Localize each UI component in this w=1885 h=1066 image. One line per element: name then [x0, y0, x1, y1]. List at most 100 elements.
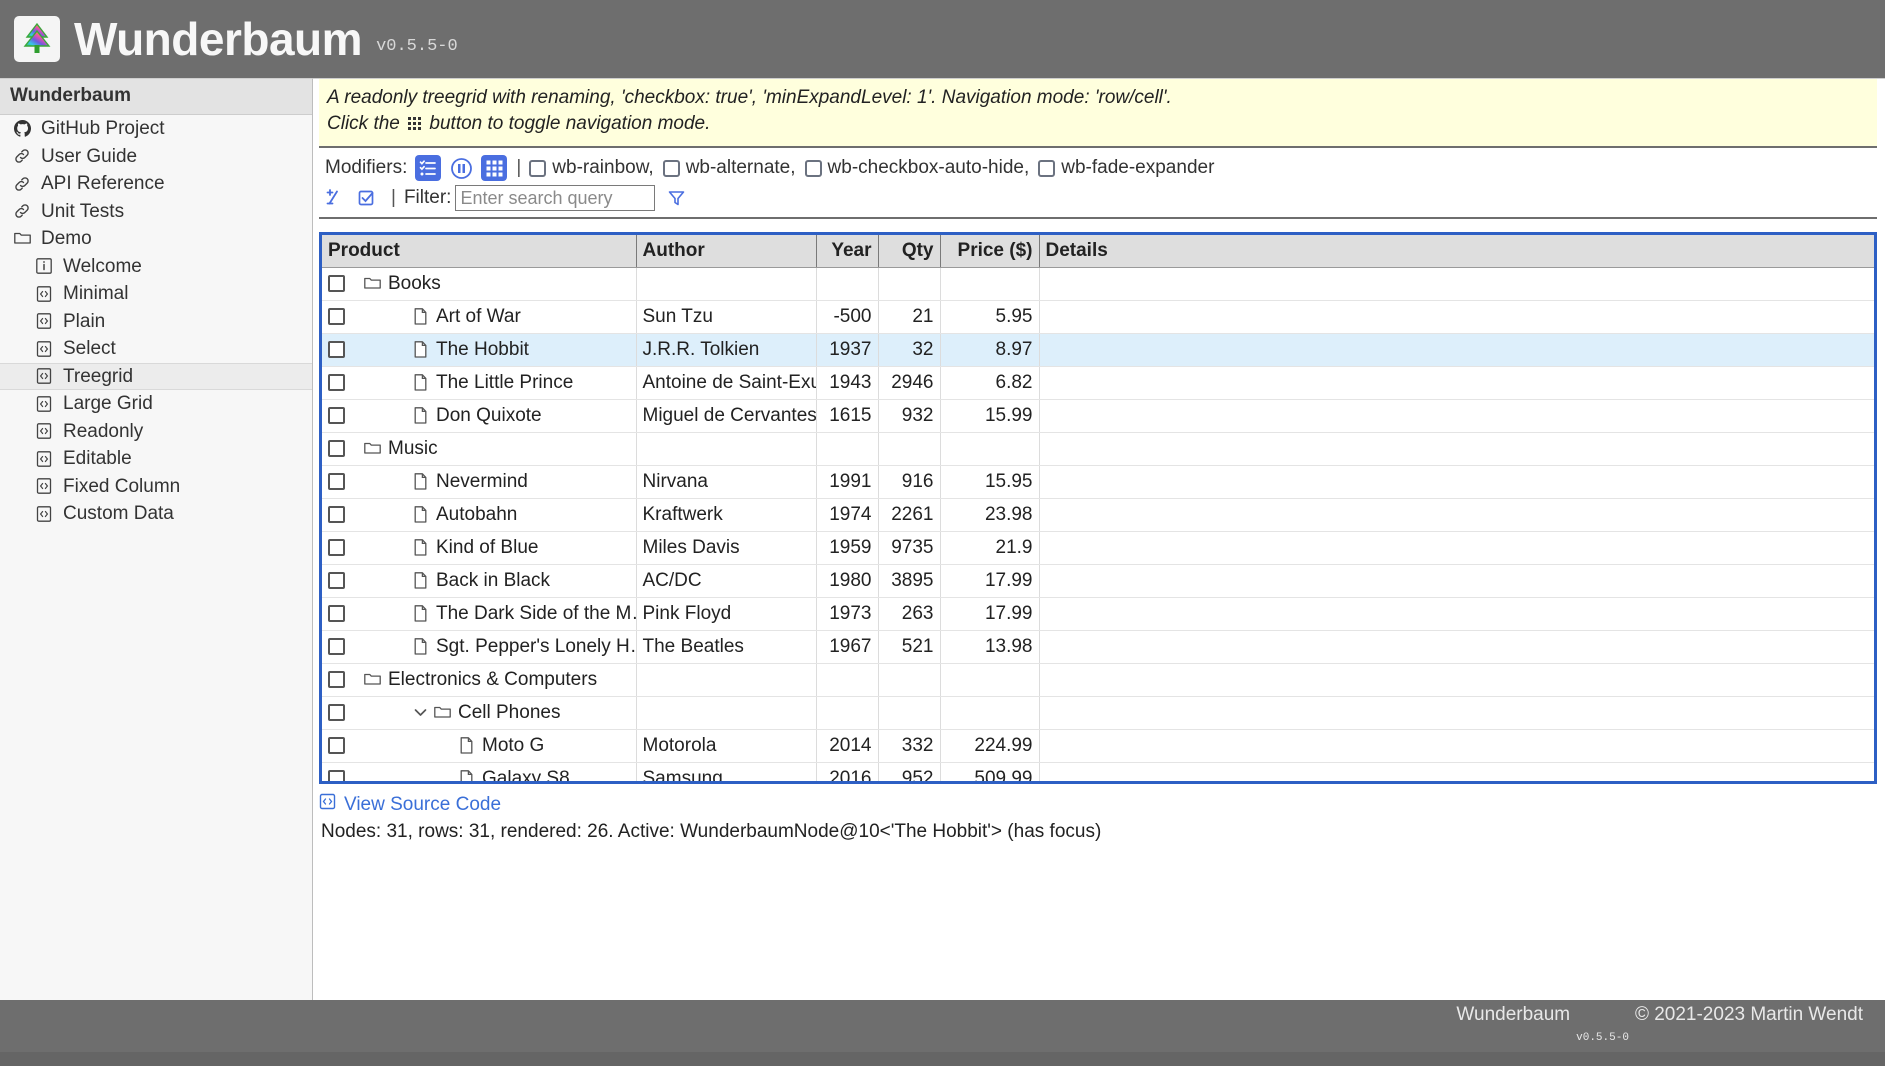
table-row[interactable]: Moto G Motorola 2014 332 224.99: [322, 729, 1874, 763]
cell-author[interactable]: Antoine de Saint-Exup: [636, 366, 817, 400]
cell-price[interactable]: 21.9: [940, 531, 1040, 565]
checkbox-box[interactable]: [529, 159, 547, 177]
cell-product[interactable]: Art of War: [322, 300, 637, 334]
sidebar-item-large-grid[interactable]: Large Grid: [0, 390, 312, 418]
select-all-icon[interactable]: [357, 188, 377, 208]
cell-details[interactable]: [1039, 498, 1874, 532]
cell-author[interactable]: Miles Davis: [636, 531, 817, 565]
sidebar-item-custom-data[interactable]: Custom Data: [0, 500, 312, 528]
cell-year[interactable]: [816, 432, 879, 466]
cell-year[interactable]: 1974: [816, 498, 879, 532]
cell-product[interactable]: Cell Phones: [322, 696, 637, 730]
cell-year[interactable]: 1991: [816, 465, 879, 499]
search-input[interactable]: [455, 185, 656, 212]
row-checkbox[interactable]: [328, 704, 345, 722]
cell-qty[interactable]: 952: [878, 762, 941, 782]
cell-qty[interactable]: 332: [878, 729, 941, 763]
table-row[interactable]: Nevermind Nirvana 1991 916 15.95: [322, 465, 1874, 499]
cell-product[interactable]: The Little Prince: [322, 366, 637, 400]
table-row[interactable]: Cell Phones: [322, 696, 1874, 730]
expand-collapse-icon[interactable]: [325, 188, 345, 208]
modifier-checkbox-2[interactable]: wb-checkbox-auto-hide,: [804, 157, 1035, 179]
cell-price[interactable]: [940, 696, 1040, 730]
cell-details[interactable]: [1039, 366, 1874, 400]
cell-product[interactable]: The Dark Side of the M…: [322, 597, 637, 631]
navigation-mode-button[interactable]: [481, 155, 508, 182]
cell-details[interactable]: [1039, 729, 1874, 763]
row-checkbox[interactable]: [328, 737, 345, 755]
cell-author[interactable]: Sun Tzu: [636, 300, 817, 334]
column-header-year[interactable]: Year: [816, 235, 879, 268]
table-row[interactable]: Galaxy S8 Samsung 2016 952 509.99: [322, 762, 1874, 782]
cell-qty[interactable]: [878, 432, 941, 466]
cell-details[interactable]: [1039, 333, 1874, 367]
cell-author[interactable]: The Beatles: [636, 630, 817, 664]
cell-author[interactable]: Kraftwerk: [636, 498, 817, 532]
cell-price[interactable]: 6.82: [940, 366, 1040, 400]
cell-details[interactable]: [1039, 663, 1874, 697]
table-row[interactable]: Electronics & Computers: [322, 663, 1874, 697]
cell-price[interactable]: 8.97: [940, 333, 1040, 367]
row-checkbox[interactable]: [328, 572, 345, 590]
cell-author[interactable]: Motorola: [636, 729, 817, 763]
column-header-price[interactable]: Price ($): [940, 235, 1040, 268]
sidebar-item-welcome[interactable]: Welcome: [0, 253, 312, 281]
cell-product[interactable]: Books: [322, 267, 637, 301]
cell-details[interactable]: [1039, 696, 1874, 730]
cell-product[interactable]: Music: [322, 432, 637, 466]
view-source-code-link[interactable]: View Source Code: [344, 794, 501, 816]
cell-author[interactable]: [636, 432, 817, 466]
row-checkbox[interactable]: [328, 374, 345, 392]
cell-product[interactable]: Nevermind: [322, 465, 637, 499]
cell-year[interactable]: 1980: [816, 564, 879, 598]
cell-qty[interactable]: 521: [878, 630, 941, 664]
cell-qty[interactable]: 263: [878, 597, 941, 631]
column-header-details[interactable]: Details: [1039, 235, 1874, 268]
pause-button[interactable]: [448, 155, 474, 181]
cell-year[interactable]: [816, 663, 879, 697]
cell-author[interactable]: [636, 267, 817, 301]
cell-details[interactable]: [1039, 399, 1874, 433]
table-row[interactable]: Autobahn Kraftwerk 1974 2261 23.98: [322, 498, 1874, 532]
table-row[interactable]: Music: [322, 432, 1874, 466]
table-row[interactable]: Don Quixote Miguel de Cervantes 1615 932 15.…: [322, 399, 1874, 433]
cell-price[interactable]: 17.99: [940, 564, 1040, 598]
row-checkbox[interactable]: [328, 539, 345, 557]
cell-product[interactable]: Back in Black: [322, 564, 637, 598]
cell-year[interactable]: -500: [816, 300, 879, 334]
cell-qty[interactable]: [878, 696, 941, 730]
checkbox-box[interactable]: [662, 159, 680, 177]
checkbox-box[interactable]: [1038, 159, 1056, 177]
cell-price[interactable]: 23.98: [940, 498, 1040, 532]
cell-product[interactable]: Sgt. Pepper's Lonely H…: [322, 630, 637, 664]
table-row[interactable]: Kind of Blue Miles Davis 1959 9735 21.9: [322, 531, 1874, 565]
cell-author[interactable]: Pink Floyd: [636, 597, 817, 631]
cell-details[interactable]: [1039, 267, 1874, 301]
treegrid[interactable]: Product Author Year Qty Price ($) Details Boo…: [319, 232, 1877, 785]
modifier-checkbox-1[interactable]: wb-alternate,: [662, 157, 801, 179]
cell-price[interactable]: 17.99: [940, 597, 1040, 631]
cell-product[interactable]: The Hobbit: [322, 333, 637, 367]
sidebar-item-fixed-column[interactable]: Fixed Column: [0, 473, 312, 501]
column-header-product[interactable]: Product: [322, 235, 637, 268]
cell-product[interactable]: Moto G: [322, 729, 637, 763]
cell-price[interactable]: 224.99: [940, 729, 1040, 763]
cell-year[interactable]: 1967: [816, 630, 879, 664]
row-checkbox[interactable]: [328, 770, 345, 782]
cell-price[interactable]: 15.95: [940, 465, 1040, 499]
cell-product[interactable]: Don Quixote: [322, 399, 637, 433]
cell-author[interactable]: Miguel de Cervantes: [636, 399, 817, 433]
cell-details[interactable]: [1039, 300, 1874, 334]
modifier-checkbox-3[interactable]: wb-fade-expander: [1038, 157, 1219, 179]
row-checkbox[interactable]: [328, 341, 345, 359]
cell-product[interactable]: Autobahn: [322, 498, 637, 532]
funnel-icon[interactable]: [667, 189, 686, 208]
cell-price[interactable]: 15.99: [940, 399, 1040, 433]
cell-year[interactable]: [816, 696, 879, 730]
sidebar-item-user-guide[interactable]: User Guide: [0, 143, 312, 171]
cell-year[interactable]: [816, 267, 879, 301]
table-row[interactable]: Back in Black AC/DC 1980 3895 17.99: [322, 564, 1874, 598]
modifier-checkbox-0[interactable]: wb-rainbow,: [529, 157, 658, 179]
cell-details[interactable]: [1039, 597, 1874, 631]
row-checkbox[interactable]: [328, 506, 345, 524]
